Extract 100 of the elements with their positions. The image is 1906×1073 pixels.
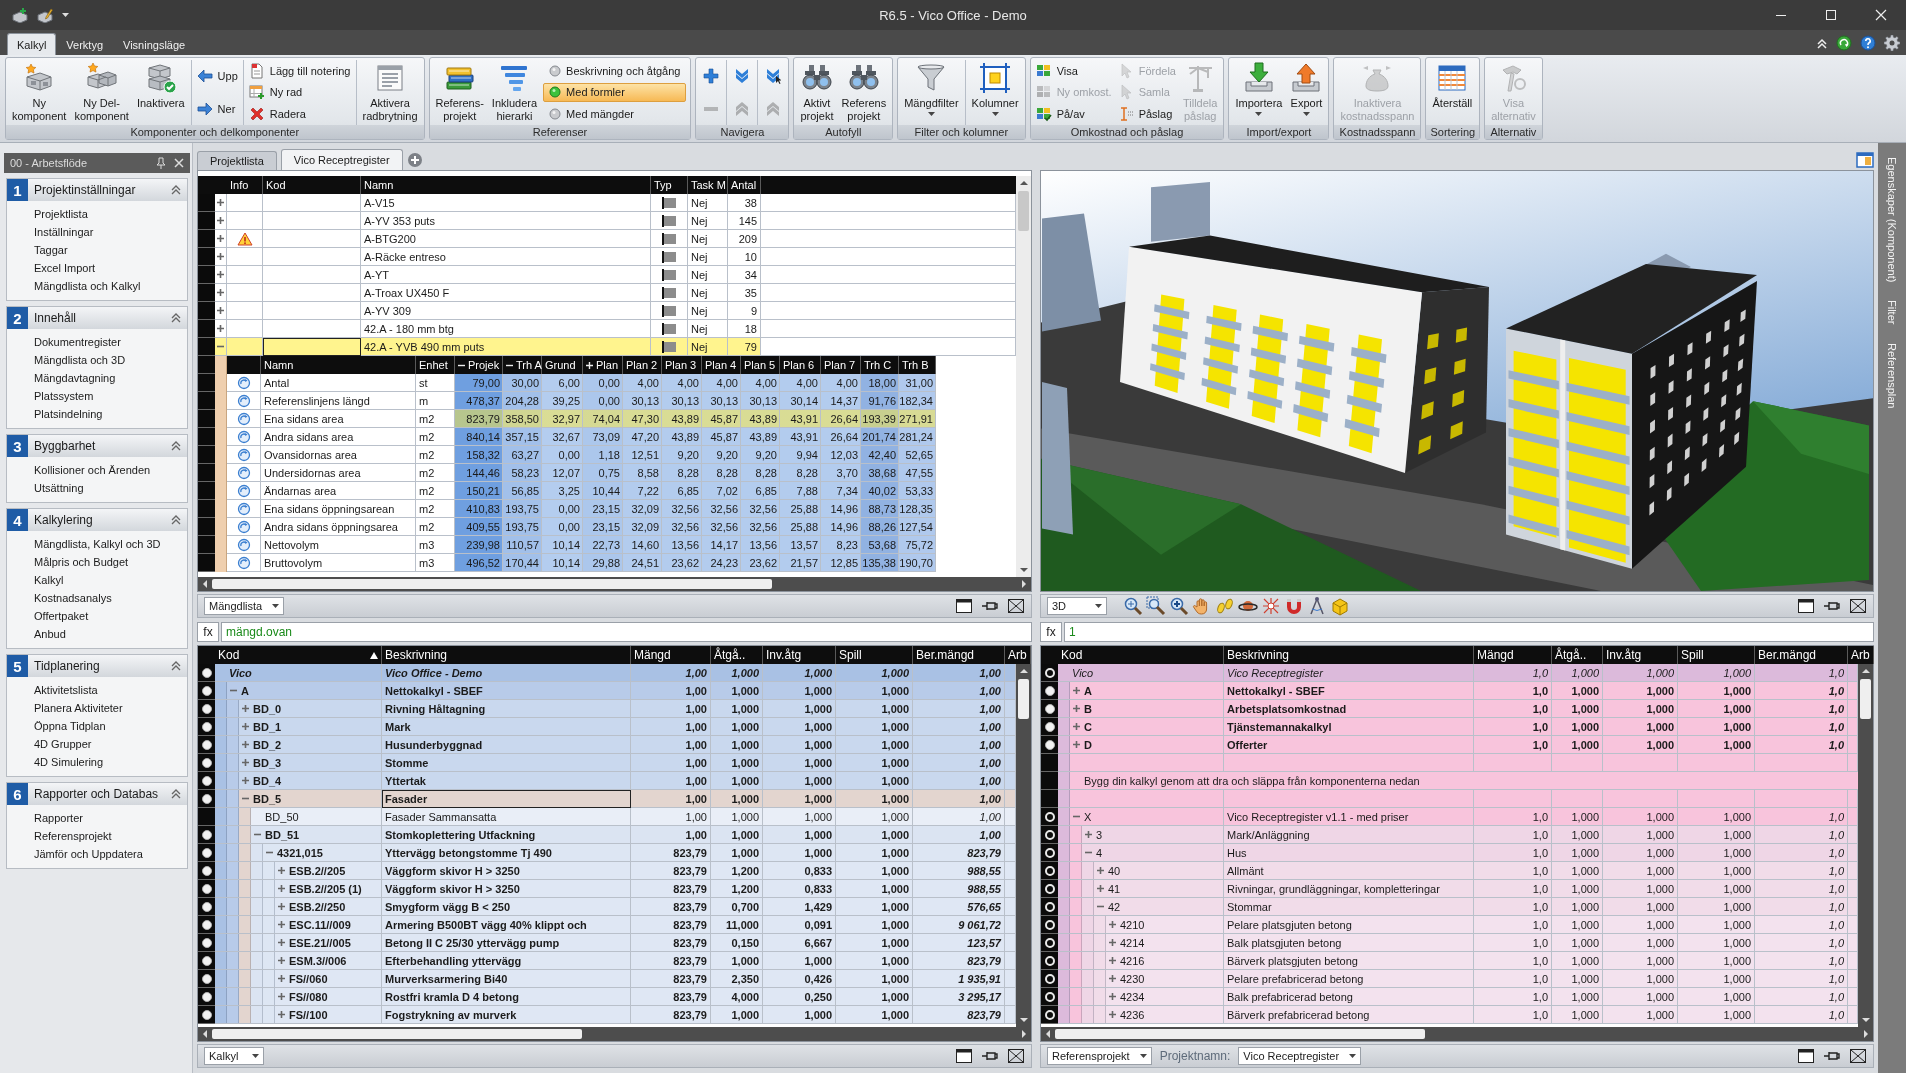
sidebar-item[interactable]: Mängdavtagning (7, 369, 187, 387)
sidebar-item[interactable]: Mängdlista och Kalkyl (7, 277, 187, 295)
double-chevron-up-icon[interactable] (171, 661, 181, 671)
table-row[interactable]: 4210 Pelare platsgjuten betong 1,0 1,000 1,000 1,000 1,0 (1041, 916, 1858, 934)
table-row[interactable]: 4234 Balk prefabricerad betong 1,0 1,000 1,000 1,000 1,0 (1041, 988, 1858, 1006)
table-row[interactable]: B Arbetsplatsomkostnad 1,0 1,000 1,000 1,000 1,0 (1041, 700, 1858, 718)
ribbon-button[interactable]: Ner (196, 99, 238, 119)
arrow-left-icon[interactable] (1044, 1030, 1052, 1038)
arrow-down-icon[interactable] (1019, 1016, 1028, 1024)
table-row[interactable]: 4321,015 Yttervägg betongstomme Tj 490 823,79 1,000 1,000 1,000 823,79 (198, 844, 1016, 862)
sidebar-item[interactable]: 4D Grupper (7, 735, 187, 753)
table-row[interactable]: BD_1 Mark 1,00 1,000 1,000 1,000 1,00 (198, 718, 1016, 736)
dropdown[interactable]: Kalkyl (204, 1047, 264, 1065)
vertical-scrollbar[interactable] (1858, 664, 1873, 1027)
maximize-icon[interactable] (1797, 598, 1815, 614)
table-row[interactable]: C Tjänstemannakalkyl 1,0 1,000 1,000 1,000 1,0 (1041, 718, 1858, 736)
section-header[interactable]: 1 Projektinställningar (7, 179, 187, 201)
table-row[interactable]: 3 Mark/Anläggning 1,0 1,000 1,000 1,000 1,0 (1041, 826, 1858, 844)
table-row[interactable]: ESB.2//205 (1) Väggform skivor H > 3250 823,79 1,200 0,833 1,000 988,55 (198, 880, 1016, 898)
cube-icon[interactable] (1330, 596, 1350, 616)
arrow-right-icon[interactable] (1020, 580, 1028, 588)
table-row[interactable]: 42 Stommar 1,0 1,000 1,000 1,000 1,0 (1041, 898, 1858, 916)
section-header[interactable]: 5 Tidplanering (7, 655, 187, 677)
ribbon-button[interactable]: Mängdfilter (900, 60, 963, 125)
table-row[interactable]: Vico Vico Office - Demo 1,00 1,000 1,000 1,000 1,00 (198, 664, 1016, 682)
vertical-scrollbar[interactable] (1016, 176, 1031, 577)
scrollbar-thumb[interactable] (1018, 191, 1029, 231)
dropdown[interactable]: Mängdlista (204, 597, 285, 615)
sidebar-item[interactable]: Kostnadsanalys (7, 589, 187, 607)
arrow-down-icon[interactable] (1019, 566, 1028, 574)
sidebar-item[interactable]: Anbud (7, 625, 187, 643)
side-tab[interactable]: Egenskaper (Komponent) (1886, 155, 1898, 285)
maximize-icon[interactable] (955, 598, 973, 614)
table-row[interactable]: BD_2 Husunderbyggnad 1,00 1,000 1,000 1,000 1,00 (198, 736, 1016, 754)
scrollbar-thumb[interactable] (1018, 679, 1029, 719)
block-plus-icon[interactable] (12, 7, 28, 23)
table-row[interactable]: X Vico Receptregister v1.1 - med priser 1,0 1,000 1,000 1,000 1,0 (1041, 808, 1858, 826)
double-chevron-up-icon[interactable] (171, 515, 181, 525)
vertical-scrollbar[interactable] (1016, 664, 1031, 1027)
pin-icon[interactable] (156, 157, 166, 169)
ribbon-button[interactable]: Inaktivera (132, 60, 189, 125)
table-row[interactable]: 4230 Pelare prefabricerad betong 1,0 1,000 1,000 1,000 1,0 (1041, 970, 1858, 988)
zoom-in-icon[interactable] (1169, 596, 1189, 616)
arrow-up-icon[interactable] (1861, 667, 1870, 675)
ribbon-button[interactable]: Kolumner (967, 60, 1023, 125)
close-icon[interactable] (1007, 598, 1025, 614)
section-header[interactable]: 3 Byggbarhet (7, 435, 187, 457)
ribbon-button[interactable]: Ny komponent (8, 60, 71, 125)
sidebar-item[interactable]: Målpris och Budget (7, 553, 187, 571)
radio-option[interactable]: Med mängder (543, 104, 687, 124)
sidebar-item[interactable]: Planera Aktiviteter (7, 699, 187, 717)
ribbon-button[interactable]: Visa (1035, 61, 1112, 81)
ribbon-tab[interactable]: Visningsläge (113, 33, 196, 55)
formula-field[interactable]: mängd.ovan (221, 622, 1032, 642)
double-chevron-up-icon[interactable] (171, 441, 181, 451)
ribbon-button[interactable]: Aktivera radbrytning (358, 60, 422, 125)
sidebar-item[interactable]: Jämför och Uppdatera (7, 845, 187, 863)
sidebar-item[interactable]: Platssystem (7, 387, 187, 405)
table-row[interactable]: A Nettokalkyl - SBEF 1,0 1,000 1,000 1,000 1,0 (1041, 682, 1858, 700)
table-row[interactable]: BD_5 Fasader 1,00 1,000 1,000 1,000 1,00 (198, 790, 1016, 808)
document-tab[interactable]: Vico Receptregister (280, 149, 403, 170)
table-row[interactable]: ESE.21//005 Betong II C 25/30 yttervägg pump 823,79 0,150 6,667 1,000 123,57 (198, 934, 1016, 952)
section-header[interactable]: 6 Rapporter och Databas (7, 783, 187, 805)
table-row[interactable]: ESM.3//006 Efterbehandling yttervägg 823,79 1,000 1,000 1,000 823,79 (198, 952, 1016, 970)
table-row[interactable]: FS//080 Rostfri kramla D 4 betong 823,79 4,000 0,250 1,000 3 295,17 (198, 988, 1016, 1006)
section-header[interactable]: 2 Innehåll (7, 307, 187, 329)
table-row[interactable]: BD_50 Fasader Sammansatta 1,00 1,000 1,000 1,000 1,00 (198, 808, 1016, 826)
table-row[interactable]: ESC.11//009 Armering B500BT vägg 40% klippt och 823,79 11,000 0,091 1,000 9 061,72 (198, 916, 1016, 934)
arrow-right-icon[interactable] (1862, 1030, 1870, 1038)
arrow-left-icon[interactable] (201, 1030, 209, 1038)
ribbon-button[interactable]: Lägg till notering (248, 61, 351, 81)
sidebar-item[interactable]: Kalkyl (7, 571, 187, 589)
radio-option[interactable]: Beskrivning och åtgång (543, 61, 687, 81)
table-row[interactable]: BD_3 Stomme 1,00 1,000 1,000 1,000 1,00 (198, 754, 1016, 772)
radio-option[interactable]: Med formler (543, 83, 687, 102)
table-row[interactable]: Vico Vico Receptregister 1,0 1,000 1,000 1,000 1,0 (1041, 664, 1858, 682)
ribbon-button[interactable]: På/av (1035, 104, 1112, 124)
close-icon[interactable] (1007, 1048, 1025, 1064)
arrow-up-icon[interactable] (1019, 179, 1028, 187)
horizontal-scrollbar[interactable] (1041, 1027, 1873, 1041)
ribbon-tab[interactable]: Verktyg (56, 33, 114, 55)
add-icon[interactable] (406, 152, 423, 168)
sidebar-item[interactable]: Referensprojekt (7, 827, 187, 845)
scrollbar-thumb[interactable] (212, 579, 772, 589)
formula-field[interactable]: 1 (1064, 622, 1874, 642)
table-row[interactable]: 4 Hus 1,0 1,000 1,000 1,000 1,0 (1041, 844, 1858, 862)
help-icon[interactable] (1860, 34, 1876, 51)
dropdown[interactable]: Referensprojekt (1047, 1047, 1152, 1065)
arrow-left-icon[interactable] (201, 580, 209, 588)
maximize-icon[interactable] (1797, 1048, 1815, 1064)
sidebar-item[interactable]: Dokumentregister (7, 333, 187, 351)
ribbon-button[interactable]: Ny rad (248, 83, 351, 102)
table-row[interactable]: 4236 Bärverk prefabricerad betong 1,0 1,000 1,000 1,000 1,0 (1041, 1006, 1858, 1024)
arrow-up-icon[interactable] (1019, 667, 1028, 675)
double-chevron-up-icon[interactable] (171, 185, 181, 195)
ribbon-button[interactable]: Importera (1231, 60, 1287, 125)
compass-icon[interactable] (1307, 596, 1327, 616)
sidebar-item[interactable]: Platsindelning (7, 405, 187, 423)
table-row[interactable]: BD_51 Stomkoplettering Utfackning 1,00 1,000 1,000 1,000 1,00 (198, 826, 1016, 844)
table-row[interactable]: FS//100 Fogstrykning av murverk 823,79 1,000 1,000 1,000 823,79 (198, 1006, 1016, 1024)
